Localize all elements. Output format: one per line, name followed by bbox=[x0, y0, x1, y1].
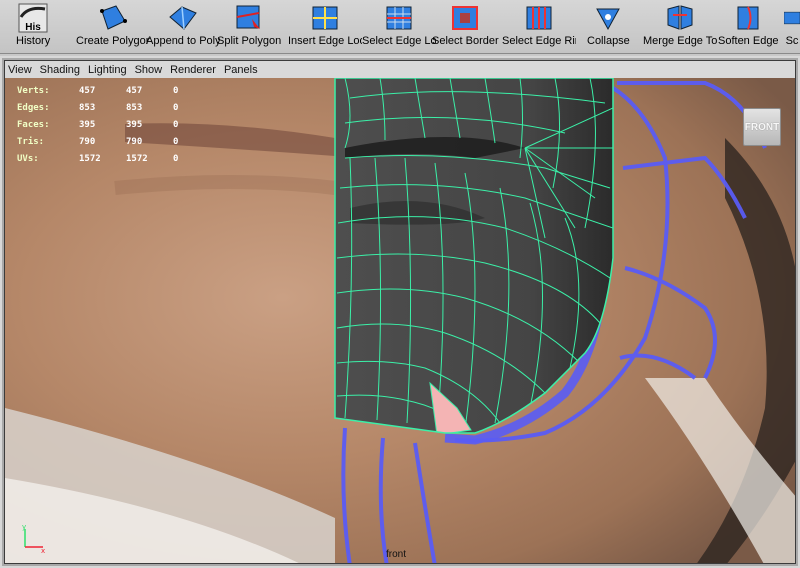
soften-edge-icon bbox=[737, 6, 759, 30]
append-polygon-icon bbox=[169, 6, 197, 30]
select-edge-ring-label: Select Edge Ring bbox=[502, 35, 576, 47]
hud-key: Faces: bbox=[17, 119, 50, 130]
view-cube-front[interactable]: FRONT bbox=[743, 108, 781, 146]
append-polygon-label: Append to Polygon bbox=[146, 35, 220, 47]
menu-shading[interactable]: Shading bbox=[40, 64, 80, 76]
split-polygon-icon bbox=[236, 5, 261, 29]
menu-view[interactable]: View bbox=[8, 64, 32, 76]
hud-value: 457 bbox=[79, 85, 96, 96]
viewport-frame: View Shading Lighting Show Renderer Pane… bbox=[4, 60, 796, 564]
insert-edge-loop-icon bbox=[312, 6, 338, 30]
hud-value: 0 bbox=[173, 119, 179, 130]
hud-key: Edges: bbox=[17, 102, 50, 113]
history-icon: His bbox=[18, 3, 48, 33]
svg-text:x: x bbox=[41, 547, 45, 553]
hud-value: 395 bbox=[126, 119, 143, 130]
split-polygon-label: Split Polygon bbox=[217, 35, 282, 47]
sculpt-button[interactable]: Sc bbox=[784, 3, 800, 51]
hud-tris-row: Tris: 790 790 0 bbox=[17, 133, 193, 150]
sculpt-icon bbox=[784, 11, 800, 25]
history-label: History bbox=[16, 35, 51, 47]
select-edge-ring-button[interactable]: Select Edge Ring bbox=[502, 3, 576, 51]
panel-menubar: View Shading Lighting Show Renderer Pane… bbox=[5, 61, 795, 78]
merge-edge-button[interactable]: Merge Edge Tool bbox=[643, 3, 717, 51]
hud-value: 457 bbox=[126, 85, 143, 96]
hud-value: 395 bbox=[79, 119, 96, 130]
hud-uvs-row: UVs: 1572 1572 0 bbox=[17, 150, 193, 167]
hud-value: 0 bbox=[173, 102, 179, 113]
append-polygon-button[interactable]: Append to Polygon bbox=[146, 3, 220, 51]
history-badge: His bbox=[25, 22, 41, 33]
select-border-button[interactable]: Select Border bbox=[432, 3, 499, 51]
select-border-icon bbox=[452, 6, 479, 30]
hud-value: 853 bbox=[126, 102, 143, 113]
insert-edge-loop-button[interactable]: Insert Edge Loop bbox=[288, 3, 362, 51]
merge-edge-icon bbox=[667, 5, 693, 30]
collapse-icon bbox=[596, 8, 621, 31]
axis-gizmo-icon: y x bbox=[22, 523, 45, 553]
create-polygon-icon bbox=[100, 5, 127, 30]
hud-value: 790 bbox=[79, 136, 96, 147]
viewport-panel: View Shading Lighting Show Renderer Pane… bbox=[0, 56, 800, 568]
hud-edges-row: Edges: 853 853 0 bbox=[17, 99, 193, 116]
select-edge-ring-icon bbox=[526, 6, 552, 30]
front-viewport[interactable]: Verts: 457 457 0 Edges: 853 853 0 Faces:… bbox=[5, 78, 795, 563]
menu-panels[interactable]: Panels bbox=[224, 64, 258, 76]
menu-lighting[interactable]: Lighting bbox=[88, 64, 127, 76]
hud-value: 1572 bbox=[79, 153, 101, 164]
merge-edge-label: Merge Edge Tool bbox=[643, 35, 717, 47]
select-edge-loop-label: Select Edge Loop bbox=[362, 35, 436, 47]
select-border-label: Select Border bbox=[432, 35, 499, 47]
history-button[interactable]: His History bbox=[16, 3, 50, 51]
split-polygon-button[interactable]: Split Polygon bbox=[217, 3, 281, 51]
hud-value: 0 bbox=[173, 85, 179, 96]
polygon-shelf: His History Create Polygon Append to Pol… bbox=[0, 0, 800, 54]
create-polygon-label: Create Polygon bbox=[76, 35, 150, 47]
hud-value: 790 bbox=[126, 136, 143, 147]
svg-text:y: y bbox=[22, 523, 26, 531]
camera-label: front bbox=[386, 549, 407, 560]
select-edge-loop-button[interactable]: Select Edge Loop bbox=[362, 3, 436, 51]
soften-edge-button[interactable]: Soften Edge bbox=[718, 3, 779, 51]
collapse-button[interactable]: Collapse bbox=[587, 3, 630, 51]
soften-edge-label: Soften Edge bbox=[718, 35, 779, 47]
hud-value: 0 bbox=[173, 153, 179, 164]
hud-value: 853 bbox=[79, 102, 96, 113]
poly-count-hud: Verts: 457 457 0 Edges: 853 853 0 Faces:… bbox=[17, 82, 193, 167]
insert-edge-loop-label: Insert Edge Loop bbox=[288, 35, 362, 47]
select-edge-loop-icon bbox=[386, 6, 412, 30]
menu-show[interactable]: Show bbox=[135, 64, 163, 76]
hud-key: Tris: bbox=[17, 136, 45, 147]
collapse-label: Collapse bbox=[587, 35, 630, 47]
hud-value: 1572 bbox=[126, 153, 148, 164]
hud-key: UVs: bbox=[17, 153, 39, 164]
hud-value: 0 bbox=[173, 136, 179, 147]
sculpt-label: Sc bbox=[785, 35, 799, 47]
hud-key: Verts: bbox=[17, 85, 50, 96]
hud-faces-row: Faces: 395 395 0 bbox=[17, 116, 193, 133]
menu-renderer[interactable]: Renderer bbox=[170, 64, 216, 76]
hud-verts-row: Verts: 457 457 0 bbox=[17, 82, 193, 99]
create-polygon-button[interactable]: Create Polygon bbox=[76, 3, 150, 51]
